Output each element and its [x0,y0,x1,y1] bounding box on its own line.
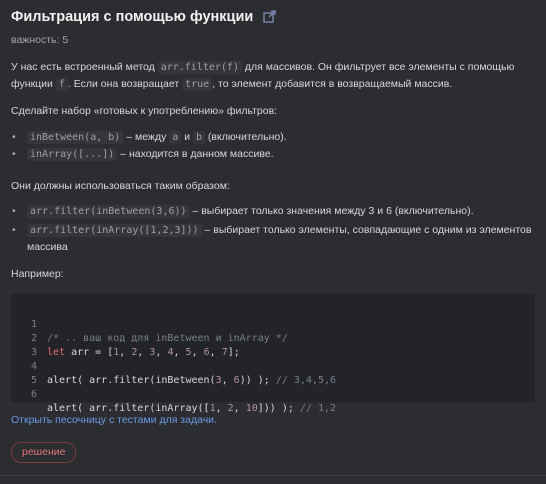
code-line: 1 /* .. ваш код для inBetween и inArray … [11,304,288,344]
usage-list: • arr.filter(inBetween(3,6)) – выбирает … [11,203,533,257]
list-text: – выбирает только значения между 3 и 6 (… [189,205,474,217]
code-number: 10 [245,403,258,414]
code-number: 1 [113,347,120,358]
code-number: 2 [131,347,138,358]
list-item: • arr.filter(inArray([1,2,3])) – выбирае… [11,222,533,255]
task-title: Фильтрация с помощью функции [11,9,254,25]
bullet: • [12,131,16,143]
list-text: – между [123,131,170,143]
intro-text-4: , то элемент добавится в возвращаемый ма… [212,78,453,90]
importance-value: 5 [62,34,69,46]
open-in-new-tab-icon[interactable] [263,10,277,24]
intro-paragraph: У нас есть встроенный метод arr.filter(f… [11,59,531,93]
code-keyword: let [47,347,66,358]
code-line: 6 alert( arr.filter(inArray([1, 2, 10]))… [11,374,336,414]
inline-code: arr.filter(inArray([1,2,3])) [27,224,202,237]
title-row: Фильтрация с помощью функции [11,9,277,25]
line-number: 6 [30,389,37,400]
code-text: alert( arr.filter(inBetween( [47,375,216,386]
code-number: 2 [227,403,234,414]
inline-code: f [55,78,68,91]
usage-paragraph: Они должны использоваться таким образом: [11,180,230,192]
importance-label: важность: [11,34,60,46]
code-line: 2 let arr = [1, 2, 3, 4, 5, 6, 7]; [11,318,240,358]
filters-paragraph: Сделайте набор «готовых к употреблению» … [11,105,278,117]
intro-text-3: . Если она возвращает [67,78,183,90]
bullet: • [12,224,16,236]
list-text: и [181,131,193,143]
code-line: 5 [11,360,47,386]
code-number: 6 [203,347,210,358]
list-text: – находится в данном массиве. [117,148,274,160]
code-line: 4 alert( arr.filter(inBetween(3, 6)) ); … [11,346,336,386]
bullet: • [12,148,16,160]
intro-text-1: У нас есть встроенный метод [11,61,158,73]
list-item: • arr.filter(inBetween(3,6)) – выбирает … [11,203,533,220]
inline-code: a [169,131,182,144]
bullet: • [12,205,16,217]
divider [0,475,546,476]
code-comment: // 3,4,5,6 [275,375,337,386]
code-text: arr = [ [65,347,114,358]
code-number: 5 [185,347,192,358]
inline-code: arr.filter(inBetween(3,6)) [27,205,190,218]
inline-code: b [192,131,206,144]
list-item: • inArray([...]) – находится в данном ма… [11,146,533,163]
code-block: 1 /* .. ваш код для inBetween и inArray … [11,294,535,414]
filters-list: • inBetween(a, b) – между a и b (включит… [11,129,533,163]
code-text: ])) ); [257,403,300,414]
importance: важность: 5 [11,34,68,46]
list-text: (включительно). [205,131,287,143]
code-comment: // 1,2 [299,403,337,414]
solution-button[interactable]: решение [11,442,77,463]
code-number: 1 [209,403,216,414]
code-line: 3 [11,332,47,358]
code-number: 3 [149,347,156,358]
open-sandbox-link[interactable]: Открыть песочницу с тестами для задачи. [11,414,217,426]
code-number: 4 [167,347,174,358]
code-text: alert( arr.filter(inArray([ [47,403,210,414]
task-page: Фильтрация с помощью функции важность: 5… [0,0,546,484]
example-heading: Например: [11,268,64,280]
code-text: , [221,375,234,386]
code-text: ]; [227,347,240,358]
list-item: • inBetween(a, b) – между a и b (включит… [11,129,533,146]
inline-code: inArray([...]) [27,148,118,161]
inline-code: true [182,78,213,91]
code-comment: /* .. ваш код для inBetween и inArray */ [47,333,288,344]
inline-code: inBetween(a, b) [27,131,124,144]
code-text: )) ); [239,375,276,386]
inline-code: arr.filter(f) [157,61,242,74]
